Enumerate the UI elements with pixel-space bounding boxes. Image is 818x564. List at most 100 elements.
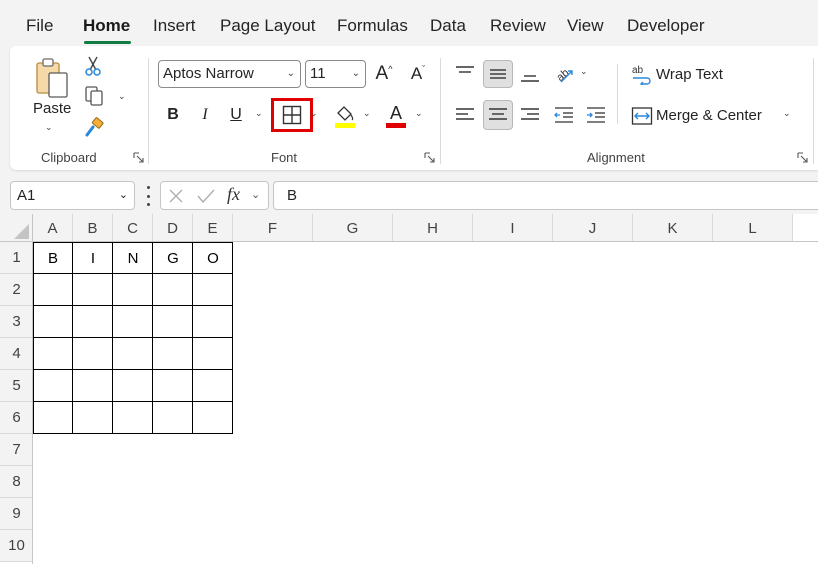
- paste-chevron-down-icon[interactable]: ⌄: [45, 122, 53, 133]
- italic-button[interactable]: I: [194, 103, 216, 127]
- cut-icon[interactable]: [82, 54, 104, 78]
- orientation-button[interactable]: ab: [552, 60, 576, 86]
- underline-icon: U: [230, 106, 242, 123]
- align-left-button[interactable]: [452, 102, 478, 128]
- font-group-label: Font: [271, 150, 298, 165]
- name-box-chevron-down-icon: ⌄: [118, 189, 128, 201]
- all-borders-icon: [282, 105, 302, 125]
- align-center-icon: [489, 108, 507, 120]
- decrease-font-size-icon: A: [410, 64, 423, 83]
- merge-center-button[interactable]: Merge & Center: [656, 107, 762, 124]
- down-caret-icon: ˇ: [422, 64, 426, 74]
- more-options-icon[interactable]: [145, 186, 151, 206]
- format-painter-icon[interactable]: [82, 116, 106, 140]
- fill-color-icon: [335, 106, 355, 128]
- wrap-text-icon[interactable]: ab: [630, 62, 654, 86]
- svg-text:ab: ab: [632, 65, 644, 76]
- menu-insert[interactable]: Insert: [153, 16, 196, 36]
- align-left-icon: [456, 108, 474, 120]
- middle-align-icon: [490, 69, 506, 79]
- wrap-text-button[interactable]: Wrap Text: [656, 66, 723, 83]
- font-size-chevron-down-icon: ⌄: [351, 68, 360, 79]
- paste-icon[interactable]: [30, 54, 74, 104]
- bottom-align-button[interactable]: [517, 62, 543, 88]
- group-separator: [148, 58, 149, 164]
- cell-c1[interactable]: N: [113, 242, 153, 274]
- decrease-font-size-button[interactable]: Aˇ: [406, 62, 430, 86]
- formula-content: B: [287, 187, 298, 204]
- copy-icon[interactable]: [82, 84, 106, 108]
- decrease-indent-button[interactable]: [551, 102, 577, 128]
- cell-a1[interactable]: B: [33, 242, 73, 274]
- cell-b1[interactable]: I: [73, 242, 113, 274]
- enter-check-icon[interactable]: [197, 188, 215, 204]
- name-box[interactable]: A1 ⌄: [10, 181, 135, 210]
- alignment-dialog-launcher-icon[interactable]: [797, 152, 808, 163]
- font-color-button[interactable]: A: [384, 100, 408, 130]
- alignment-group-label: Alignment: [587, 150, 645, 165]
- increase-font-size-button[interactable]: A ^: [372, 62, 396, 86]
- menu-page-layout[interactable]: Page Layout: [220, 16, 315, 36]
- middle-align-button[interactable]: [483, 60, 513, 88]
- underline-button[interactable]: U: [225, 103, 247, 127]
- orientation-chevron-down-icon[interactable]: ⌄: [580, 66, 588, 77]
- clipboard-group-label: Clipboard: [41, 150, 97, 165]
- font-color-chevron-down-icon[interactable]: ⌄: [415, 108, 423, 119]
- name-box-value: A1: [17, 187, 36, 204]
- borders-button[interactable]: [271, 98, 313, 132]
- menu-view[interactable]: View: [567, 16, 604, 36]
- clipboard-dialog-launcher-icon[interactable]: [133, 152, 144, 163]
- fill-color-button[interactable]: [332, 102, 358, 130]
- copy-chevron-down-icon[interactable]: ⌄: [118, 91, 126, 102]
- increase-indent-button[interactable]: [583, 102, 609, 128]
- menu-developer[interactable]: Developer: [627, 16, 705, 36]
- fx-chevron-down-icon[interactable]: ⌄: [251, 188, 260, 201]
- italic-icon: I: [202, 106, 208, 123]
- paste-label[interactable]: Paste: [33, 100, 71, 117]
- insert-function-icon[interactable]: fx: [227, 184, 240, 205]
- menu-file[interactable]: File: [26, 16, 53, 36]
- align-right-button[interactable]: [517, 102, 543, 128]
- menu-home[interactable]: Home: [83, 16, 130, 36]
- top-align-button[interactable]: [452, 60, 478, 86]
- font-name-value: Aptos Narrow: [163, 65, 254, 82]
- borders-chevron-down-icon[interactable]: ⌄: [310, 108, 318, 119]
- increase-font-size-icon: A: [375, 63, 389, 84]
- group-separator: [440, 58, 441, 164]
- menu-bar: File Home Insert Page Layout Formulas Da…: [0, 0, 818, 46]
- underline-chevron-down-icon[interactable]: ⌄: [255, 108, 263, 119]
- font-size-value: 11: [310, 65, 326, 82]
- ribbon-home: Paste ⌄ ⌄ Clipboard Aptos Narrow ⌄ 11 ⌄: [10, 46, 818, 170]
- menu-formulas[interactable]: Formulas: [337, 16, 408, 36]
- bold-button[interactable]: B: [162, 103, 184, 127]
- align-right-icon: [521, 108, 539, 120]
- decrease-indent-icon: [554, 107, 573, 123]
- cell-e1[interactable]: O: [193, 242, 233, 274]
- font-name-chevron-down-icon: ⌄: [286, 68, 295, 79]
- fill-color-chevron-down-icon[interactable]: ⌄: [363, 108, 371, 119]
- formula-input[interactable]: B: [273, 181, 818, 210]
- bold-icon: B: [167, 106, 179, 123]
- formula-actions: fx ⌄: [160, 181, 269, 210]
- up-caret-icon: ^: [388, 64, 393, 74]
- increase-indent-icon: [587, 107, 605, 123]
- font-color-icon: A: [389, 102, 402, 123]
- orientation-icon: ab: [554, 67, 573, 84]
- menu-data[interactable]: Data: [430, 16, 466, 36]
- alignment-inner-separator: [617, 64, 618, 124]
- font-name-select[interactable]: Aptos Narrow ⌄: [158, 60, 301, 88]
- font-dialog-launcher-icon[interactable]: [424, 152, 435, 163]
- svg-text:ab: ab: [554, 67, 571, 84]
- font-color-swatch: [386, 122, 406, 128]
- cancel-icon[interactable]: [168, 188, 184, 204]
- align-center-button[interactable]: [483, 100, 513, 130]
- bottom-align-icon: [521, 75, 539, 82]
- menu-review[interactable]: Review: [490, 16, 546, 36]
- merge-center-chevron-down-icon[interactable]: ⌄: [783, 108, 791, 119]
- merge-center-icon[interactable]: [630, 104, 654, 128]
- group-separator: [813, 58, 814, 164]
- font-size-select[interactable]: 11 ⌄: [305, 60, 366, 88]
- cell-d1[interactable]: G: [153, 242, 193, 274]
- top-align-icon: [456, 66, 474, 73]
- active-tab-indicator: [84, 41, 131, 44]
